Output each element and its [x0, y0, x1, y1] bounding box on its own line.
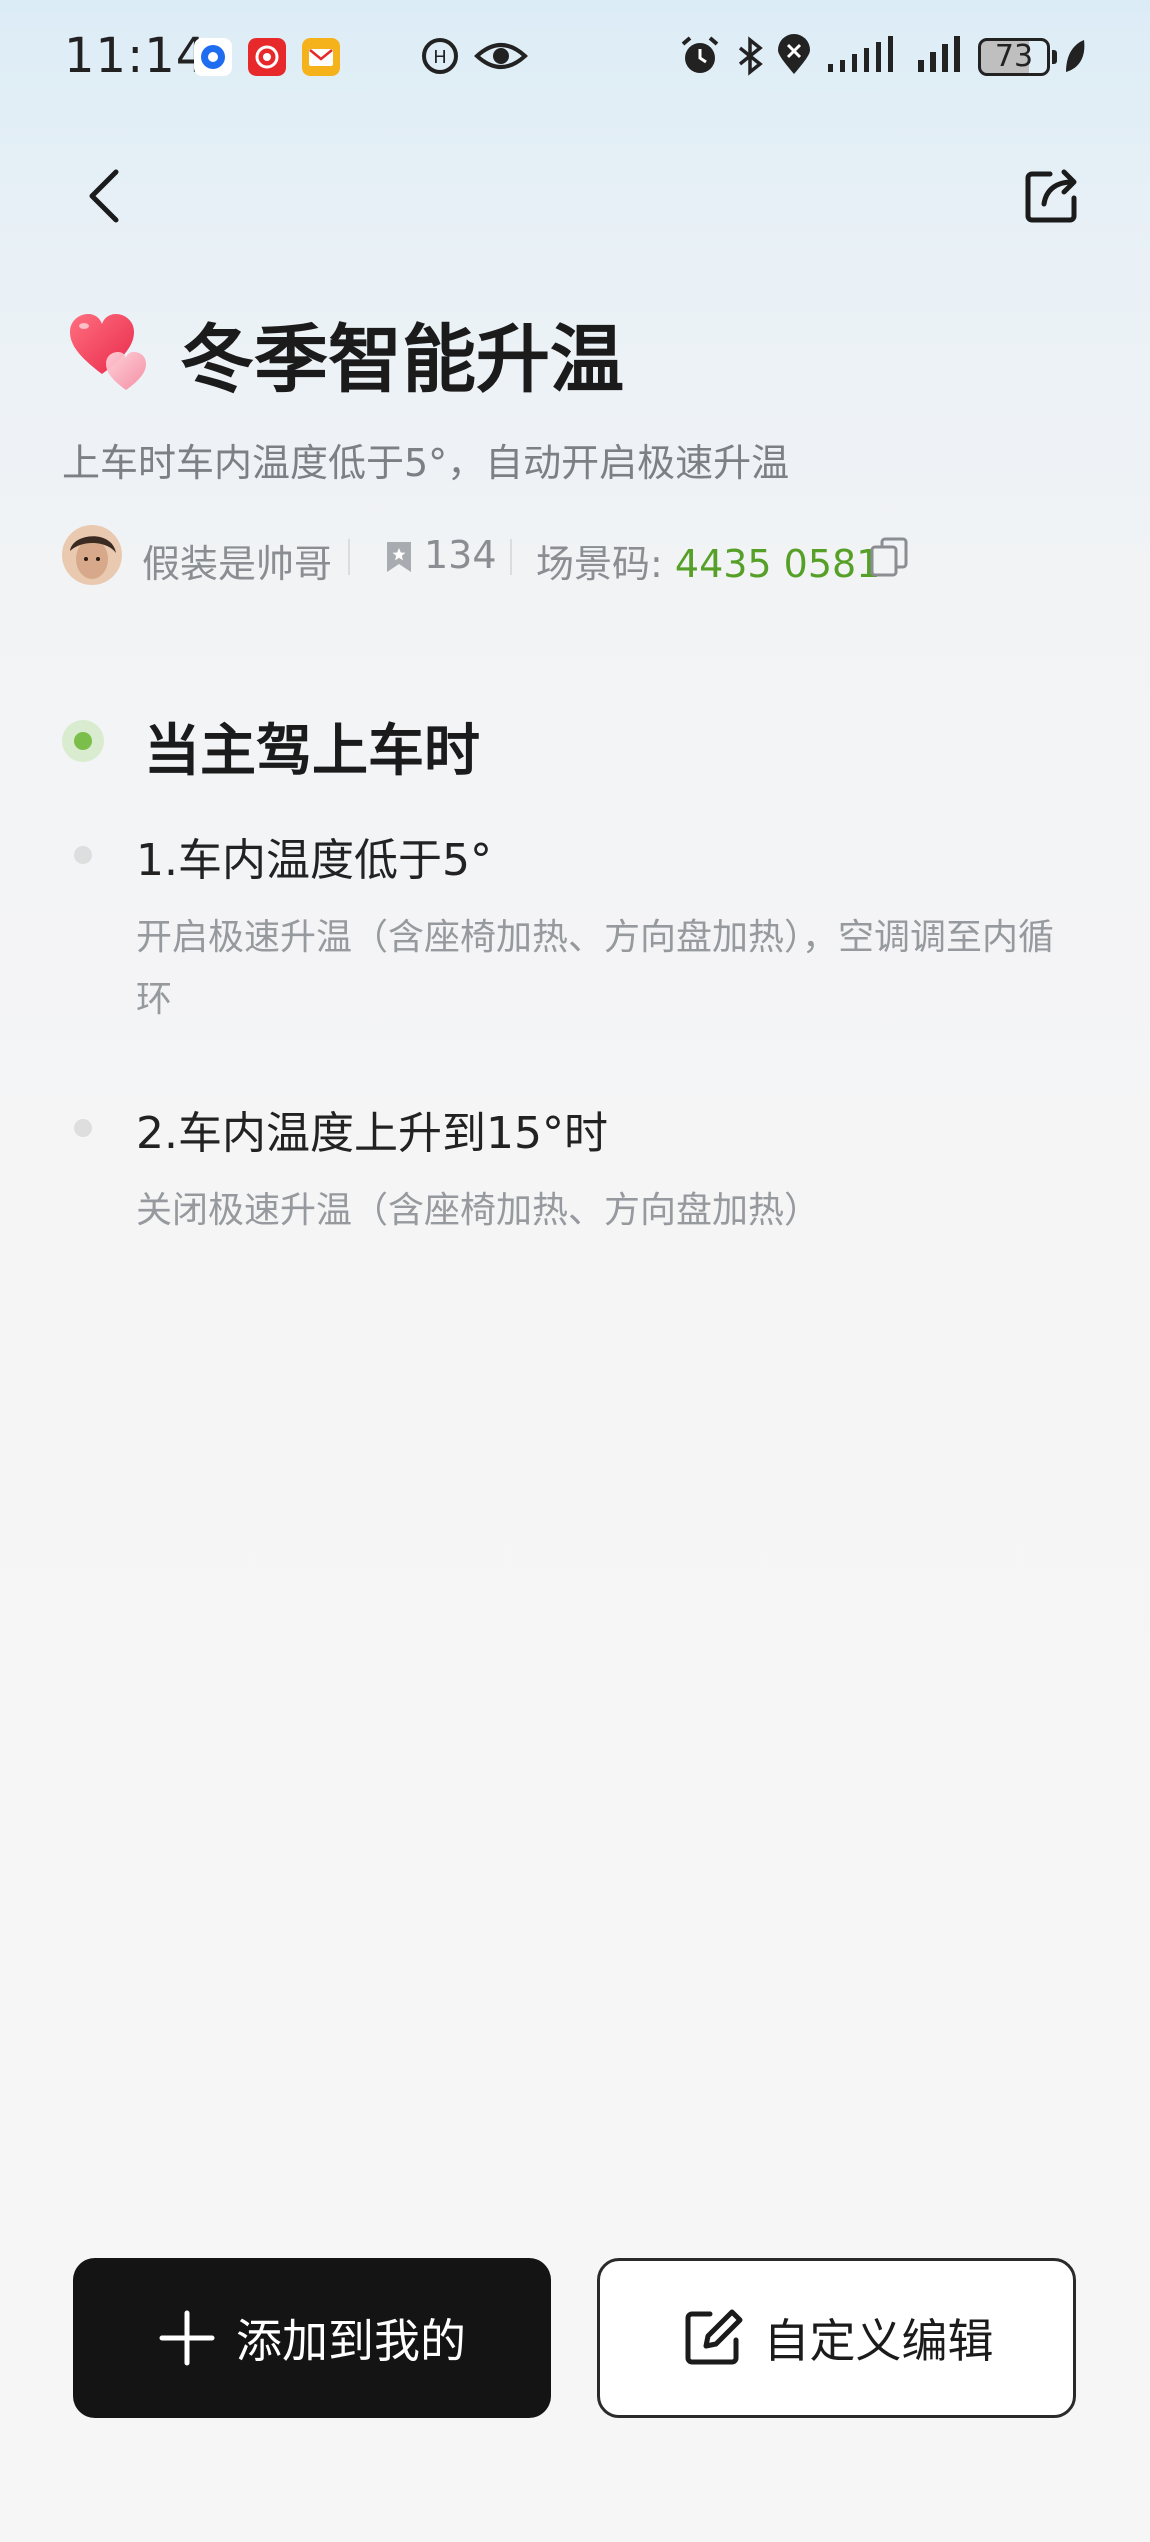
mail-icon: [302, 38, 340, 76]
step-desc-1: 开启极速升温（含座椅加热、方向盘加热），空调调至内循环: [136, 917, 1055, 1020]
share-button[interactable]: [1012, 156, 1092, 236]
battery-tip: [1052, 50, 1057, 64]
page-title: 冬季智能升温: [180, 317, 624, 403]
status-time: 11:14: [64, 28, 208, 84]
page-subtitle: 上车时车内温度低于5°，自动开启极速升温: [62, 441, 790, 485]
plus-icon: [159, 2310, 215, 2366]
avatar-image: [62, 525, 122, 585]
share-icon: [1025, 169, 1077, 223]
meta-divider: [510, 539, 512, 575]
hearts-icon: [70, 314, 146, 390]
step-dot: [74, 1119, 92, 1137]
custom-edit-label: 自定义编辑: [763, 2314, 994, 2368]
scene-code-label: 场景码:: [536, 542, 675, 586]
signal-sim1-icon: [828, 36, 893, 72]
custom-edit-button[interactable]: 自定义编辑: [597, 2258, 1076, 2418]
back-button[interactable]: [66, 156, 146, 236]
status-bar: 11:14 H 73: [0, 0, 1150, 120]
bookmark-icon: [387, 542, 411, 572]
svg-text:H: H: [433, 47, 447, 68]
step-title-1: 1.车内温度低于5°: [136, 835, 492, 886]
add-to-mine-label: 添加到我的: [236, 2314, 466, 2368]
add-to-mine-button[interactable]: 添加到我的: [73, 2258, 551, 2418]
bookmark-count: 134: [424, 533, 497, 577]
data-saver-icon: H: [422, 38, 458, 74]
step-dot: [74, 846, 92, 864]
avatar[interactable]: [62, 525, 122, 585]
location-icon: [778, 34, 810, 74]
copy-icon[interactable]: [868, 535, 910, 579]
section-indicator-dot: [62, 720, 104, 762]
leaf-icon: [1066, 40, 1085, 72]
app-notification-icon-blue: [194, 38, 232, 76]
step-title-2: 2.车内温度上升到15°时: [136, 1108, 608, 1159]
eye-icon: [474, 43, 528, 69]
step-desc-2: 关闭极速升温（含座椅加热、方向盘加热）: [136, 1190, 821, 1231]
trigger-title: 当主驾上车时: [144, 719, 480, 784]
signal-sim2-icon: [918, 36, 960, 72]
battery-indicator: 73: [978, 38, 1050, 76]
edit-icon: [685, 2309, 742, 2365]
author-name[interactable]: 假装是帅哥: [142, 533, 332, 588]
app-notification-icon-red: [248, 38, 286, 76]
chevron-left-icon: [89, 169, 119, 223]
scene-meta: 假装是帅哥 134 场景码: 4435 0581: [62, 525, 1112, 589]
alarm-icon: [681, 36, 719, 73]
meta-divider: [348, 539, 350, 575]
battery-level: 73: [994, 39, 1034, 74]
scene-code: 场景码: 4435 0581: [536, 533, 880, 588]
bluetooth-icon: [738, 36, 763, 76]
scene-code-value: 4435 0581: [674, 542, 881, 586]
